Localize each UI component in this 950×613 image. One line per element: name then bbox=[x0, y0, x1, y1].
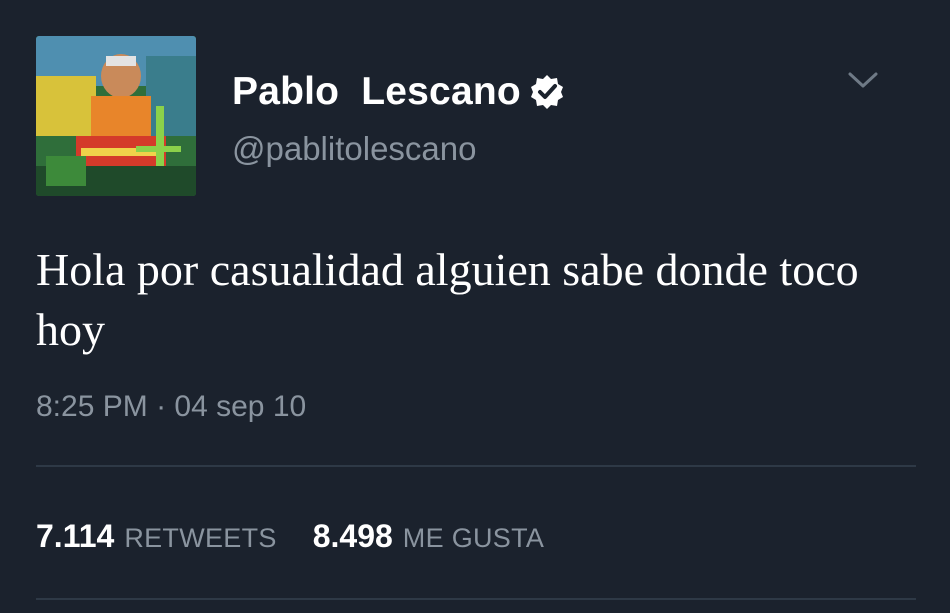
retweets-count: 7.114 bbox=[36, 518, 115, 554]
tweet-card: Pablo Lescano @pablitolescano Hola por c… bbox=[0, 0, 950, 613]
retweets-label: RETWEETS bbox=[124, 523, 277, 553]
retweets-stat[interactable]: 7.114 RETWEETS bbox=[36, 518, 277, 555]
display-name[interactable]: Pablo Lescano bbox=[232, 70, 521, 114]
chevron-down-icon[interactable] bbox=[842, 64, 884, 94]
avatar-image bbox=[36, 36, 196, 196]
likes-stat[interactable]: 8.498 ME GUSTA bbox=[313, 518, 545, 555]
tweet-time: 8:25 PM bbox=[36, 390, 148, 423]
tweet-date: 04 sep 10 bbox=[174, 390, 307, 423]
tweet-stats: 7.114 RETWEETS 8.498 ME GUSTA bbox=[36, 518, 544, 555]
avatar[interactable] bbox=[36, 36, 196, 196]
likes-label: ME GUSTA bbox=[402, 523, 545, 553]
divider-top bbox=[36, 465, 916, 467]
divider-bottom bbox=[36, 598, 916, 600]
tweet-text: Hola por casualidad alguien sabe donde t… bbox=[36, 244, 859, 355]
likes-count: 8.498 bbox=[312, 518, 393, 554]
user-handle[interactable]: @pablitolescano bbox=[232, 130, 477, 168]
verified-badge-icon bbox=[530, 75, 563, 109]
timestamp-separator: · bbox=[156, 390, 167, 423]
tweet-timestamp[interactable]: 8:25 PM · 04 sep 10 bbox=[36, 390, 306, 424]
user-name-row[interactable]: Pablo Lescano bbox=[232, 70, 565, 114]
